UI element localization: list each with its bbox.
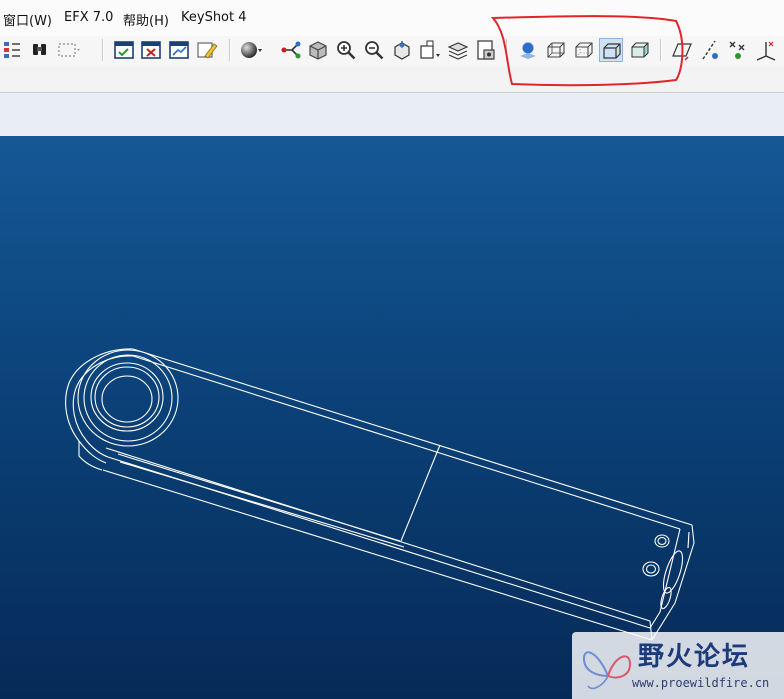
shaded-cube-icon[interactable] [628,38,652,62]
zoom-in-icon[interactable] [334,38,358,62]
toolbar-separator [229,39,231,61]
graphics-viewport[interactable] [0,136,784,699]
menu-bar: 窗口(W) EFX 7.0 帮助(H) KeyShot 4 [0,0,784,36]
datum-tree-icon[interactable] [279,38,303,62]
find-icon[interactable] [28,38,52,62]
coordinate-system-icon[interactable] [754,38,778,62]
hidden-line-icon[interactable] [572,38,596,62]
sphere-shading-icon[interactable] [238,38,262,62]
datum-axis-icon[interactable] [698,38,722,62]
butterfly-logo-icon [582,651,632,690]
model-check-icon[interactable] [195,38,219,62]
no-hidden-icon[interactable] [599,38,623,62]
menu-keyshot[interactable]: KeyShot 4 [181,10,247,25]
zoom-out-icon[interactable] [362,38,386,62]
main-toolbar [0,36,784,66]
wireframe-icon[interactable] [544,38,568,62]
select-box-icon[interactable] [56,38,80,62]
view-manager-icon[interactable] [474,38,498,62]
menu-window[interactable]: 窗口(W) [3,10,52,29]
toolbar-separator [102,39,104,61]
datum-plane-icon[interactable] [670,38,694,62]
layers-icon[interactable] [446,38,470,62]
toolbar-separator [506,39,508,61]
refit-icon[interactable] [390,38,414,62]
window-activate-icon[interactable] [112,38,136,62]
window-close-icon[interactable] [139,38,163,62]
regenerate-icon[interactable] [0,38,24,62]
watermark-url: www.proewildfire.cn [632,676,770,690]
message-area [0,92,784,137]
named-view-icon[interactable] [418,38,442,62]
toolbar-separator [660,39,662,61]
forum-watermark: 野火论坛 www.proewildfire.cn [572,632,784,699]
repaint-icon[interactable] [306,38,330,62]
shading-icon[interactable] [516,38,540,62]
watermark-title: 野火论坛 [638,642,751,672]
wireframe-part [65,348,695,641]
chart-edit-icon[interactable] [167,38,191,62]
menu-help[interactable]: 帮助(H) [123,10,169,29]
datum-point-icon[interactable] [726,38,750,62]
menu-efx[interactable]: EFX 7.0 [64,10,113,25]
